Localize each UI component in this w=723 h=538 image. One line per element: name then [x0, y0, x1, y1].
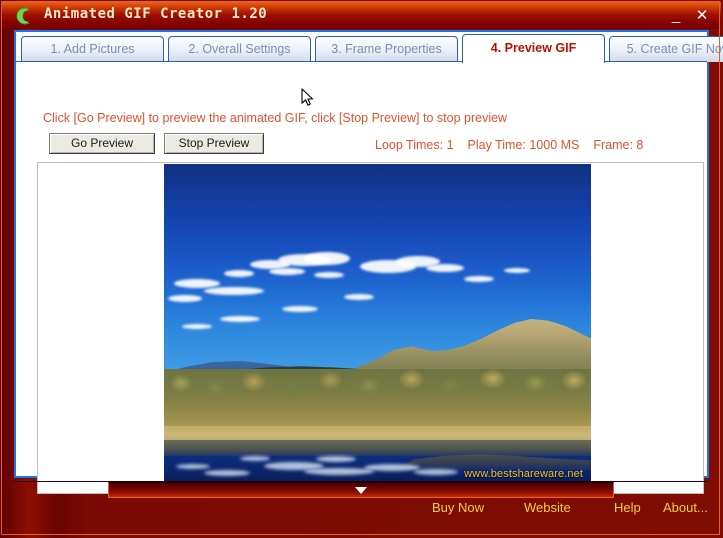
- cloud: [304, 252, 350, 265]
- tab-create-gif-now[interactable]: 5. Create GIF Now!: [609, 36, 723, 62]
- collapsed-panel[interactable]: [108, 482, 614, 498]
- active-tab-gap: [463, 61, 604, 63]
- watermark-text: www.bestshareware.net: [464, 468, 583, 480]
- window-title: Animated GIF Creator 1.20: [44, 6, 268, 22]
- reflected-cloud: [304, 468, 374, 475]
- cloud: [174, 279, 220, 288]
- tab-frame-properties[interactable]: 3. Frame Properties: [315, 36, 458, 62]
- cloud: [220, 316, 260, 322]
- client-area: 1. Add Pictures 2. Overall Settings 3. F…: [14, 30, 723, 494]
- minimize-button[interactable]: _: [665, 6, 687, 26]
- buy-now-link[interactable]: Buy Now: [432, 500, 484, 515]
- cloud: [269, 268, 305, 275]
- cloud: [504, 268, 530, 273]
- cloud: [344, 294, 374, 300]
- tab-strip: 1. Add Pictures 2. Overall Settings 3. F…: [16, 32, 723, 63]
- reflected-trees-layer: [164, 440, 591, 456]
- tab-overall-settings[interactable]: 2. Overall Settings: [168, 36, 311, 62]
- stop-preview-button[interactable]: Stop Preview: [164, 133, 264, 154]
- play-time-value: Play Time: 1000 MS: [467, 138, 580, 152]
- go-preview-button[interactable]: Go Preview: [49, 133, 155, 154]
- reflected-cloud: [414, 469, 458, 475]
- moon-icon: [14, 6, 34, 26]
- cloud: [224, 270, 254, 277]
- chevron-down-icon[interactable]: [355, 487, 367, 494]
- cloud: [204, 287, 264, 295]
- reflected-cloud: [364, 464, 420, 471]
- tab-add-pictures[interactable]: 1. Add Pictures: [21, 36, 164, 62]
- preview-hint-text: Click [Go Preview] to preview the animat…: [43, 111, 508, 125]
- cloud: [464, 276, 494, 282]
- reflected-cloud: [316, 456, 356, 462]
- cloud: [168, 295, 202, 302]
- help-link[interactable]: Help: [614, 500, 641, 515]
- reflected-cloud: [176, 464, 210, 469]
- tab-preview-gif[interactable]: 4. Preview GIF: [462, 34, 605, 63]
- bottom-link-bar: Buy Now Website Help About...: [0, 500, 723, 530]
- frame-count-value: Frame: 8: [593, 138, 644, 152]
- loop-times-value: Loop Times: 1: [375, 138, 454, 152]
- reflected-cloud: [240, 456, 270, 461]
- close-button[interactable]: ✕: [691, 6, 713, 26]
- cloud: [282, 306, 318, 312]
- tree-band-layer: [164, 369, 591, 433]
- app-window: Animated GIF Creator 1.20 _ ✕ 1. Add Pic…: [0, 0, 723, 538]
- title-bar[interactable]: Animated GIF Creator 1.20 _ ✕: [2, 2, 721, 29]
- cloud: [426, 264, 464, 272]
- gif-preview-image: www.bestshareware.net: [164, 164, 591, 489]
- gif-status-info: Loop Times: 1 Play Time: 1000 MS Frame: 8: [375, 138, 643, 152]
- reflected-cloud: [204, 470, 250, 476]
- website-link[interactable]: Website: [524, 500, 571, 515]
- cloud: [182, 324, 212, 329]
- cloud: [314, 272, 344, 278]
- gif-preview-panel[interactable]: www.bestshareware.net: [37, 162, 704, 494]
- about-link[interactable]: About...: [663, 500, 708, 515]
